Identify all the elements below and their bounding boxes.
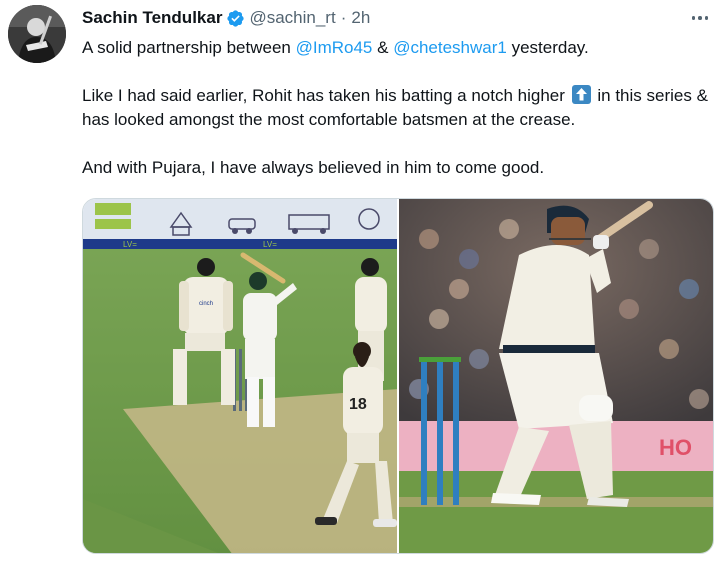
photo-rohit-batting[interactable]: LV= LV= cinch 18 [83,199,397,553]
tweet-paragraph-1: A solid partnership between @ImRo45 & @c… [82,36,718,60]
more-options-icon[interactable] [686,6,714,30]
tweet-timestamp[interactable]: 2h [351,8,370,28]
mention-link-cheteshwar1[interactable]: @cheteshwar1 [393,38,507,57]
tweet-header: Sachin Tendulkar @sachin_rt · 2h [82,6,718,30]
text-segment: & [372,38,394,57]
photo-pujara-batting[interactable]: HO [399,199,713,553]
jersey-number: 18 [349,396,367,413]
tweet-text: A solid partnership between @ImRo45 & @c… [82,36,718,180]
board-text: LV= [263,240,277,249]
tweet-content: Sachin Tendulkar @sachin_rt · 2h A solid… [82,6,718,180]
up-arrow-emoji-icon [571,85,591,104]
text-segment: A solid partnership between [82,38,296,57]
verified-badge-icon [227,9,245,27]
tweet-paragraph-2: Like I had said earlier, Rohit has taken… [82,84,718,132]
author-handle[interactable]: @sachin_rt [249,8,335,28]
tweet-paragraph-3: And with Pujara, I have always believed … [82,158,545,177]
tweet-media: LV= LV= cinch 18 HO [82,198,714,554]
text-segment: yesterday. [506,38,589,57]
avatar[interactable] [8,5,66,63]
shirt-sponsor-text: cinch [199,301,213,307]
mention-link-imro45[interactable]: @ImRo45 [296,38,373,57]
author-name[interactable]: Sachin Tendulkar [82,8,222,28]
tweet: Sachin Tendulkar @sachin_rt · 2h A solid… [0,0,728,564]
board-text: HO [659,435,692,460]
separator-dot: · [340,8,347,27]
text-segment: Like I had said earlier, Rohit has taken… [82,86,570,105]
board-text: LV= [123,240,137,249]
